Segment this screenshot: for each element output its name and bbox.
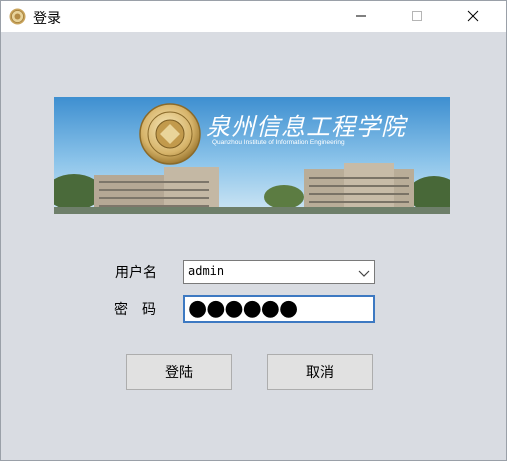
login-button[interactable]: 登陆 <box>126 354 232 390</box>
maximize-button[interactable] <box>394 1 440 32</box>
minimize-button[interactable] <box>338 1 384 32</box>
login-window: 登录 泉州信息工程学院 Quanzhou Institute of Inform… <box>0 0 507 461</box>
password-mask: ●●●●●● <box>188 296 298 321</box>
banner-school-name: 泉州信息工程学院 <box>206 113 406 141</box>
username-combobox[interactable]: admin <box>183 260 375 284</box>
username-label: 用户名 <box>115 265 157 281</box>
title-bar[interactable]: 登录 <box>1 1 506 32</box>
school-seal-icon <box>9 8 26 25</box>
username-value: admin <box>188 264 225 278</box>
close-button[interactable] <box>450 1 496 32</box>
password-label: 密 码 <box>114 302 156 318</box>
window-title: 登录 <box>33 11 61 27</box>
cancel-button[interactable]: 取消 <box>267 354 373 390</box>
chevron-down-icon[interactable] <box>357 265 371 279</box>
close-icon <box>467 7 479 26</box>
banner-school-name-en: Quanzhou Institute of Information Engine… <box>212 139 345 146</box>
minimize-icon <box>355 7 367 26</box>
maximize-icon <box>411 7 423 26</box>
school-banner: 泉州信息工程学院 Quanzhou Institute of Informati… <box>54 97 450 214</box>
school-seal-emblem <box>139 103 201 165</box>
password-field[interactable]: ●●●●●● <box>183 295 375 323</box>
